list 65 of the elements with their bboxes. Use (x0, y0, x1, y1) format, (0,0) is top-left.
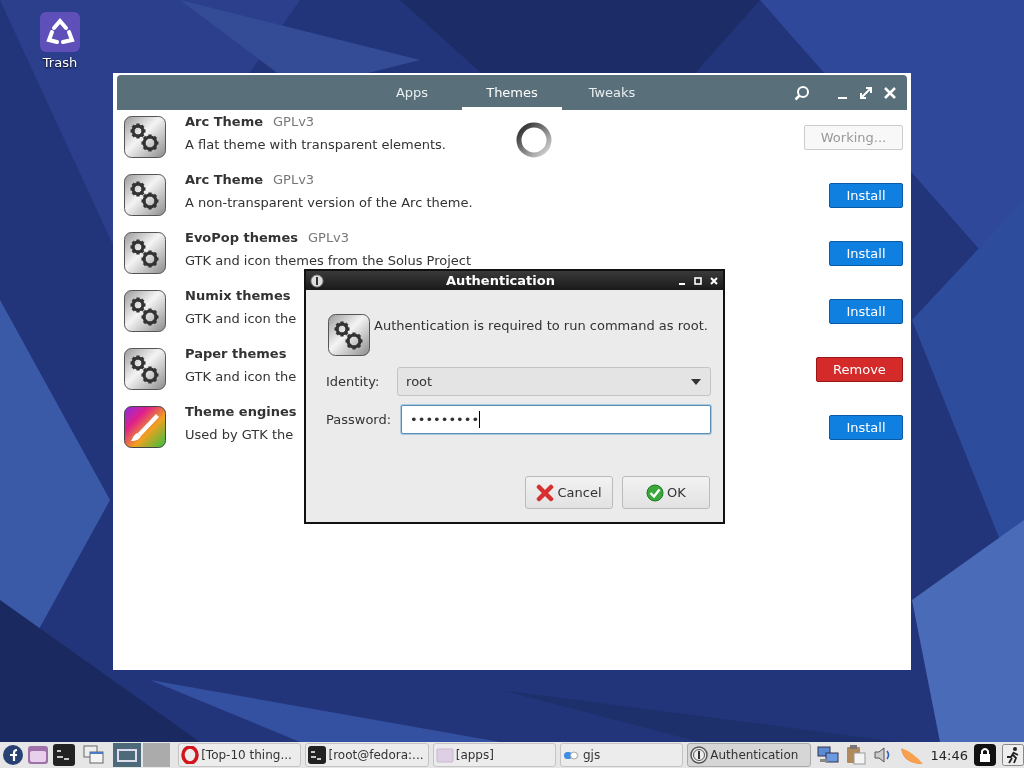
cancel-button[interactable]: Cancel (525, 476, 613, 509)
install-button[interactable]: Install (829, 415, 903, 440)
taskbar-task[interactable]: gjs (560, 743, 684, 767)
ok-button[interactable]: OK (622, 476, 710, 509)
clipboard-icon[interactable] (844, 744, 867, 766)
theme-description: GTK and icon the (185, 311, 297, 326)
caret-icon (690, 377, 702, 386)
gears-icon (328, 314, 370, 356)
tab[interactable]: Apps (362, 75, 462, 110)
license-label: GPLv3 (273, 114, 315, 129)
terminal-icon[interactable] (53, 744, 75, 766)
remove-button[interactable]: Remove (816, 357, 903, 382)
lock-icon[interactable] (974, 744, 996, 766)
install-button[interactable]: Install (829, 299, 903, 324)
install-button[interactable]: Install (829, 241, 903, 266)
gears-icon (124, 232, 166, 274)
theme-title: Arc Theme (185, 114, 263, 129)
taskbar-task[interactable]: [apps] (432, 743, 556, 767)
windows-icon[interactable] (83, 744, 105, 766)
taskbar-task[interactable]: Authentication (687, 743, 811, 767)
theme-title: Paper themes (185, 346, 287, 361)
trash-icon[interactable] (40, 12, 80, 52)
close-icon[interactable] (709, 275, 719, 286)
theme-description: A flat theme with transparent elements. (185, 137, 446, 152)
theme-description: A non-transparent version of the Arc theme. (185, 195, 473, 210)
theme-title: Arc Theme (185, 172, 263, 187)
theme-description: GTK and icon themes from the Solus Project (185, 253, 472, 268)
exit-icon[interactable] (1002, 744, 1024, 766)
theme-description: GTK and icon the (185, 369, 297, 384)
gears-icon (124, 348, 166, 390)
install-button[interactable]: Install (829, 183, 903, 208)
terminal-icon (308, 746, 327, 764)
identity-dropdown[interactable]: root (397, 367, 711, 396)
identity-label: Identity: (326, 374, 381, 389)
gears-icon (124, 174, 166, 216)
license-label: GPLv3 (273, 172, 315, 187)
fedora-icon[interactable] (3, 745, 23, 765)
folder-icon (435, 746, 454, 764)
browser-icon (181, 746, 200, 764)
info-icon (690, 746, 709, 764)
trash-label[interactable]: Trash (42, 55, 78, 70)
auth-message: Authentication is required to run command as root. (374, 318, 708, 333)
gears-icon (124, 116, 166, 158)
maximize-icon[interactable] (693, 275, 703, 286)
taskbar-task[interactable]: [root@fedora:... (305, 743, 429, 767)
theme-title: Theme engines (185, 404, 297, 419)
taskbar-task[interactable]: [Top-10 thing... (178, 743, 302, 767)
network-icon[interactable] (816, 745, 839, 765)
tab[interactable]: Themes (462, 75, 562, 110)
search-icon[interactable] (794, 84, 810, 101)
check-icon (646, 483, 665, 502)
info-icon (310, 273, 324, 288)
workspace-button[interactable] (113, 743, 141, 767)
tab[interactable]: Tweaks (562, 75, 662, 110)
theme-description: Used by GTK the (185, 427, 294, 442)
cross-icon (536, 483, 555, 502)
brush-icon (124, 406, 166, 448)
theme-title: EvoPop themes (185, 230, 298, 245)
license-label: GPLv3 (307, 230, 350, 245)
password-label: Password: (326, 412, 392, 427)
dialog-title: Authentication (445, 273, 556, 288)
clock[interactable]: 14:46 (930, 747, 968, 763)
theme-title: Numix themes (185, 288, 291, 303)
password-field[interactable]: ••••••••• (401, 405, 711, 434)
gears-icon (124, 290, 166, 332)
